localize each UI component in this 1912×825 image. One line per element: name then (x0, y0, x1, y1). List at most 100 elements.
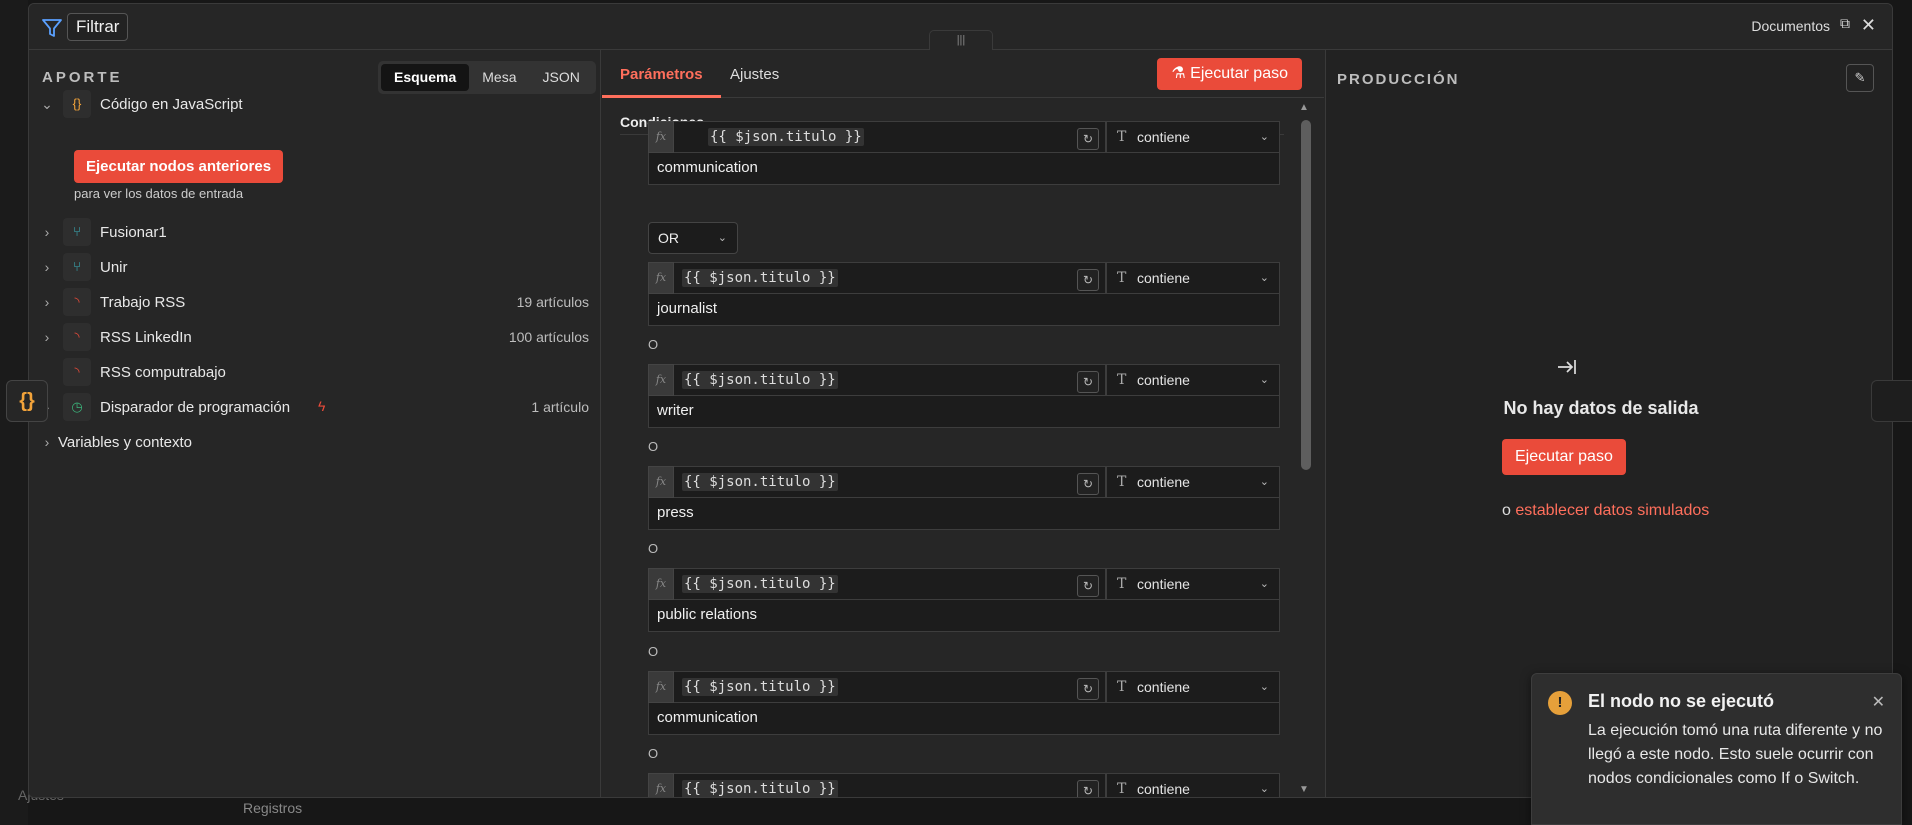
tree-item-javascript[interactable]: ⌄ {} Código en JavaScript (41, 90, 589, 120)
docs-link[interactable]: Documentos (1751, 18, 1830, 34)
chevron-right-icon[interactable]: › (41, 434, 53, 450)
scroll-up-arrow[interactable]: ▲ (1299, 102, 1309, 113)
no-output-message: No hay datos de salida (1503, 398, 1699, 418)
operator-select[interactable]: Tcontiene ⌄ (1106, 262, 1280, 294)
operator-select[interactable]: Tcontiene ⌄ (1106, 568, 1280, 600)
reset-icon[interactable]: ↻ (1077, 780, 1099, 797)
reset-icon[interactable]: ↻ (1077, 269, 1099, 291)
condition-right-value[interactable]: press (648, 498, 1280, 530)
reset-icon[interactable]: ↻ (1077, 128, 1099, 150)
tree-item-rss-computrabajo[interactable]: ◝ RSS computrabajo (41, 358, 589, 388)
operator-select[interactable]: Tcontiene ⌄ (1106, 773, 1280, 797)
expression-text: {{ $json.titulo }} (682, 780, 838, 797)
execute-step-button[interactable]: Ejecutar paso (1502, 439, 1626, 475)
condition-right-value[interactable]: public relations (648, 600, 1280, 632)
fx-icon: fx (648, 121, 674, 153)
tree-item-merge[interactable]: › ⑂ Fusionar1 (41, 218, 589, 248)
execute-step-button[interactable]: ⚗ Ejecutar paso (1157, 58, 1302, 90)
tab-schema[interactable]: Esquema (381, 64, 470, 91)
chevron-down-icon: ⌄ (1259, 374, 1269, 386)
tab-parameters[interactable]: Parámetros (620, 66, 703, 83)
scroll-down-arrow[interactable]: ▼ (1299, 784, 1309, 795)
tree-item-label: Unir (100, 259, 128, 276)
operator-select[interactable]: Tcontiene ⌄ (1106, 671, 1280, 703)
external-link-icon[interactable]: ⧉ (1840, 15, 1850, 32)
node-name-field[interactable]: Filtrar (67, 13, 129, 41)
tree-item-variables[interactable]: › Variables y contexto (41, 428, 589, 458)
reset-icon[interactable]: ↻ (1077, 371, 1099, 393)
background-logs-label[interactable]: Registros (243, 800, 302, 816)
chevron-right-icon[interactable]: › (41, 224, 53, 240)
tab-json[interactable]: JSON (529, 64, 592, 91)
operator-select[interactable]: Tcontiene ⌄ (1106, 364, 1280, 396)
chevron-down-icon: ⌄ (1259, 131, 1269, 143)
condition-left-value[interactable]: {{ $json.titulo }} (674, 466, 1106, 498)
condition-left-value[interactable]: {{ $json.titulo }} (674, 121, 1106, 153)
or-label: O (648, 541, 659, 556)
tree-item-label: Trabajo RSS (100, 294, 186, 311)
toast-notification: ! El nodo no se ejecutó ✕ La ejecución t… (1531, 673, 1902, 825)
chevron-right-icon[interactable]: › (41, 294, 53, 310)
toast-body: La ejecución tomó una ruta diferente y n… (1588, 722, 1883, 787)
pencil-icon[interactable]: ✎ (1846, 64, 1874, 92)
output-arrow-icon (1558, 360, 1576, 374)
condition-right-value[interactable]: journalist (648, 294, 1280, 326)
parameter-tabs: Parámetros Ajustes ⚗ Ejecutar paso (602, 50, 1324, 98)
chevron-right-icon[interactable]: › (41, 329, 53, 345)
condition-right-value[interactable]: writer (648, 396, 1280, 428)
tree-item-rss-linkedin[interactable]: › ◝ RSS LinkedIn 100 artículos (41, 323, 589, 353)
condition-right-value[interactable]: communication (648, 153, 1280, 185)
type-icon: T (1117, 129, 1127, 145)
condition-row: fx {{ $json.titulo }} ↻ Tcontiene ⌄ commu… (648, 671, 1280, 735)
assistant-edge-tab[interactable] (1871, 380, 1912, 422)
chevron-down-icon: ⌄ (1259, 783, 1269, 795)
condition-left-value[interactable]: {{ $json.titulo }} (674, 671, 1106, 703)
tree-item-count: 100 artículos (508, 329, 589, 345)
chevron-down-icon[interactable]: ⌄ (41, 96, 53, 113)
type-icon: T (1117, 270, 1127, 286)
fx-icon: fx (648, 773, 674, 797)
condition-left-value[interactable]: {{ $json.titulo }} (674, 262, 1106, 294)
rss-icon: ◝ (63, 358, 91, 386)
tree-item-join[interactable]: › ⑂ Unir (41, 253, 589, 283)
rss-icon: ◝ (63, 288, 91, 316)
fx-icon: fx (648, 364, 674, 396)
or-label: O (648, 746, 659, 761)
expression-text: {{ $json.titulo }} (682, 473, 838, 491)
input-panel-title: APORTE (42, 69, 123, 86)
operator-label: contiene (1137, 474, 1190, 490)
run-previous-nodes-button[interactable]: Ejecutar nodos anteriores (74, 150, 284, 183)
reset-icon[interactable]: ↻ (1077, 473, 1099, 495)
tree-item-schedule-trigger[interactable]: › ◷ Disparador de programación ϟ 1 artíc… (41, 393, 589, 423)
tab-settings[interactable]: Ajustes (730, 66, 779, 83)
output-panel-title: PRODUCCIÓN (1337, 71, 1460, 88)
condition-left-value[interactable]: {{ $json.titulo }} (674, 568, 1106, 600)
condition-left-value[interactable]: {{ $json.titulo }} (674, 773, 1106, 797)
chevron-right-icon[interactable]: › (41, 259, 53, 275)
set-mock-data-link[interactable]: establecer datos simulados (1515, 502, 1709, 519)
operator-label: contiene (1137, 576, 1190, 592)
close-icon[interactable]: ✕ (1872, 692, 1885, 712)
braces-icon[interactable]: {} (6, 380, 48, 422)
combinator-select[interactable]: OR ⌄ (648, 222, 738, 254)
expression-text: {{ $json.titulo }} (682, 371, 838, 389)
tab-table[interactable]: Mesa (469, 64, 529, 91)
expression-text: {{ $json.titulo }} (682, 575, 838, 593)
drag-handle[interactable]: ||| (929, 30, 993, 52)
operator-select[interactable]: Tcontiene ⌄ (1106, 121, 1280, 153)
condition-right-value[interactable]: communication (648, 703, 1280, 735)
close-icon[interactable]: ✕ (1861, 15, 1876, 36)
input-panel: APORTE Esquema Mesa JSON ⌄ {} Código en … (29, 50, 601, 797)
reset-icon[interactable]: ↻ (1077, 678, 1099, 700)
scrollbar-thumb[interactable] (1301, 120, 1311, 470)
operator-label: contiene (1137, 129, 1190, 145)
reset-icon[interactable]: ↻ (1077, 575, 1099, 597)
condition-left-value[interactable]: {{ $json.titulo }} (674, 364, 1106, 396)
chevron-down-icon: ⌄ (1259, 681, 1269, 693)
tree-item-rss-work[interactable]: › ◝ Trabajo RSS 19 artículos (41, 288, 589, 318)
condition-row: fx {{ $json.titulo }} ↻ Tcontiene ⌄ (648, 773, 1280, 797)
or-label: O (648, 644, 659, 659)
tree-item-label: RSS computrabajo (100, 364, 226, 381)
operator-select[interactable]: Tcontiene ⌄ (1106, 466, 1280, 498)
expression-text: {{ $json.titulo }} (708, 128, 864, 146)
